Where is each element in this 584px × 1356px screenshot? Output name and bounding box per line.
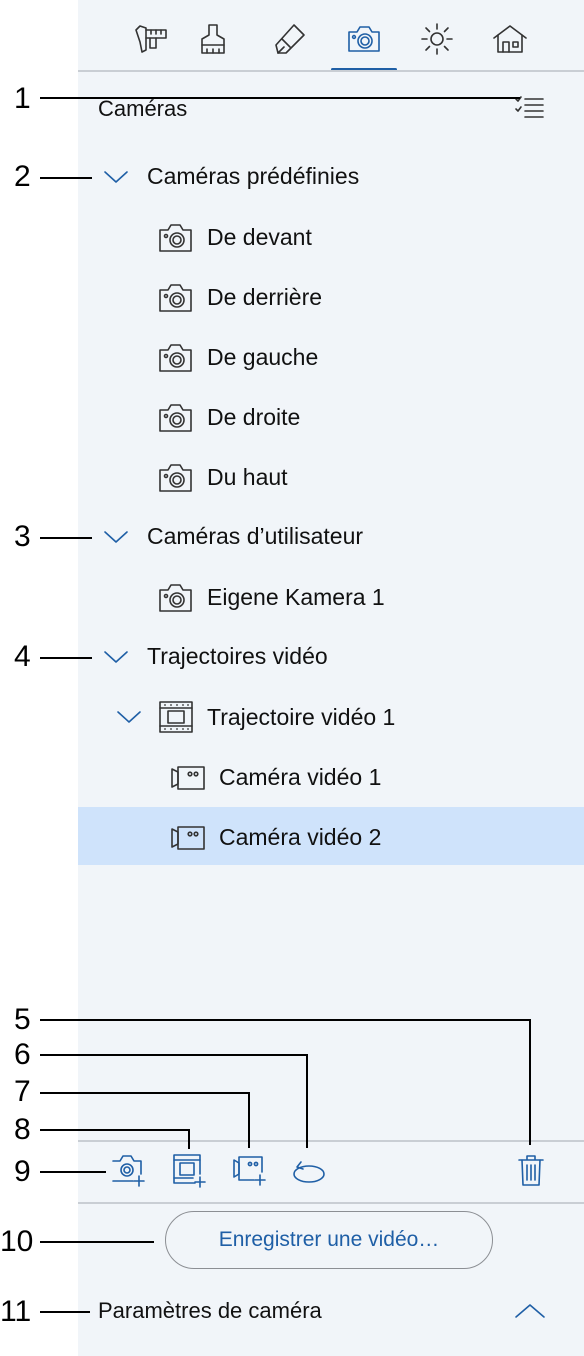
camera-item-front[interactable]: De devant	[207, 224, 312, 251]
chevron-down-icon[interactable]	[103, 528, 129, 546]
video-camera-icon	[171, 826, 205, 850]
trash-icon	[518, 1155, 544, 1186]
record-video-button[interactable]: Enregistrer une vidéo…	[165, 1211, 493, 1269]
stamp-tab[interactable]	[190, 14, 236, 64]
eraser-tab[interactable]	[267, 14, 313, 64]
camera-icon	[159, 404, 192, 432]
add-video-path-icon	[173, 1154, 206, 1188]
camera-panel	[78, 0, 584, 1356]
video-camera-item-2[interactable]: Caméra vidéo 2	[219, 824, 381, 851]
house-tab[interactable]	[487, 14, 533, 64]
callout-line-7-v	[248, 1092, 250, 1148]
callout-line-2	[40, 177, 92, 179]
callout-2: 2	[14, 160, 31, 193]
camera-item-back[interactable]: De derrière	[207, 284, 322, 311]
camera-icon	[348, 26, 380, 52]
video-camera-icon	[171, 766, 205, 790]
callout-7: 7	[14, 1075, 31, 1108]
add-video-camera-button[interactable]	[232, 1152, 272, 1192]
camera-icon	[159, 284, 192, 312]
chevron-down-icon[interactable]	[103, 648, 129, 666]
add-camera-icon	[112, 1155, 145, 1187]
tab-divider	[78, 70, 584, 72]
callout-line-9	[40, 1171, 106, 1173]
chevron-down-icon[interactable]	[103, 168, 129, 186]
camera-icon	[159, 584, 192, 612]
callout-line-11	[40, 1311, 90, 1313]
callout-10: 10	[0, 1225, 34, 1258]
camera-icon	[159, 224, 192, 252]
chevron-up-icon[interactable]	[513, 1301, 547, 1321]
callout-line-6	[40, 1054, 308, 1056]
sun-icon	[421, 23, 453, 55]
callout-line-1	[40, 97, 520, 99]
callout-9: 9	[14, 1155, 31, 1188]
group-predefined-cameras[interactable]: Caméras prédéfinies	[147, 163, 359, 190]
delete-button[interactable]	[513, 1152, 553, 1192]
callout-11: 11	[0, 1295, 32, 1328]
callout-5: 5	[14, 1003, 31, 1036]
callout-line-7	[40, 1092, 250, 1094]
light-tab[interactable]	[414, 14, 460, 64]
camera-item-user-1[interactable]: Eigene Kamera 1	[207, 584, 385, 611]
toolbar-divider	[78, 1140, 584, 1142]
callout-3: 3	[14, 520, 31, 553]
callout-line-10	[40, 1241, 154, 1243]
record-divider	[78, 1202, 584, 1204]
callout-line-8	[40, 1129, 190, 1131]
callout-line-5-v	[529, 1019, 531, 1145]
add-video-camera-icon	[233, 1156, 266, 1186]
callout-line-5	[40, 1019, 531, 1021]
camera-icon	[159, 344, 192, 372]
callout-line-3	[40, 537, 92, 539]
callout-6: 6	[14, 1038, 31, 1071]
stamp-icon	[201, 24, 225, 54]
group-video-paths[interactable]: Trajectoires vidéo	[147, 643, 328, 670]
measure-icon	[135, 25, 167, 53]
camera-icon	[159, 464, 192, 492]
video-path-item-1[interactable]: Trajectoire vidéo 1	[207, 704, 395, 731]
measure-tab[interactable]	[128, 14, 174, 64]
callout-line-8-v	[188, 1129, 190, 1149]
eraser-icon	[275, 24, 305, 54]
camera-item-top[interactable]: Du haut	[207, 464, 288, 491]
callout-line-4	[40, 657, 92, 659]
add-video-path-button[interactable]	[171, 1152, 211, 1192]
video-camera-item-1[interactable]: Caméra vidéo 1	[219, 764, 381, 791]
callout-line-6-v	[306, 1054, 308, 1148]
rotate-button[interactable]	[291, 1152, 331, 1192]
rotate-icon	[293, 1161, 325, 1183]
callout-8: 8	[14, 1113, 31, 1146]
chevron-down-icon[interactable]	[116, 708, 142, 726]
house-icon	[493, 25, 527, 53]
callout-4: 4	[14, 640, 31, 673]
camera-item-left[interactable]: De gauche	[207, 344, 318, 371]
panel-title: Caméras	[98, 96, 188, 121]
camera-tab[interactable]	[341, 14, 387, 64]
camera-settings-label[interactable]: Paramètres de caméra	[98, 1298, 322, 1324]
group-user-cameras[interactable]: Caméras d’utilisateur	[147, 523, 363, 550]
add-camera-button[interactable]	[110, 1152, 150, 1192]
camera-item-right[interactable]: De droite	[207, 404, 300, 431]
callout-1: 1	[14, 82, 31, 115]
video-path-icon	[159, 701, 193, 733]
